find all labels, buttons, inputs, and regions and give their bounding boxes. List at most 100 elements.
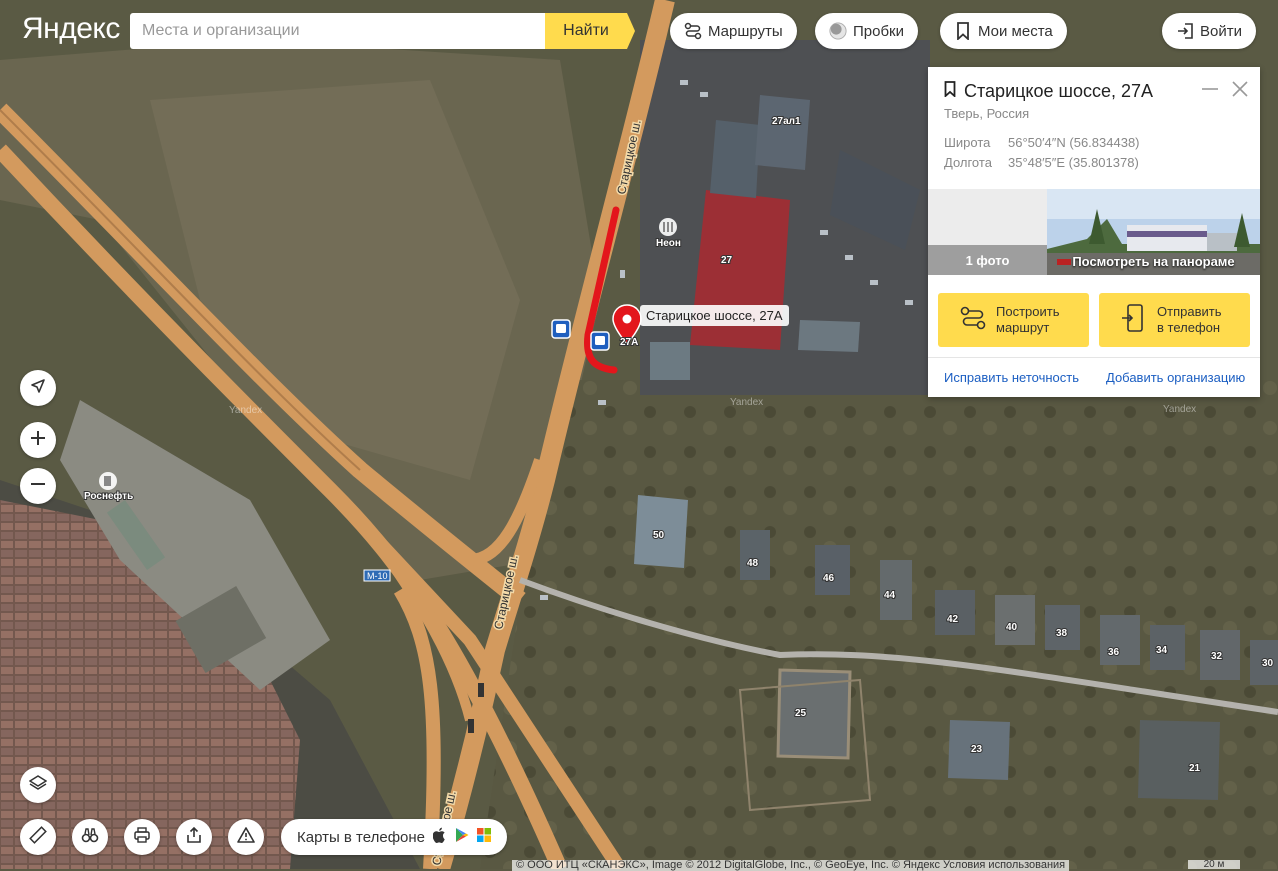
send-to-phone-label: Отправить в телефон [1157, 304, 1221, 336]
bus-stop-icon[interactable] [590, 331, 610, 351]
login-icon [1176, 22, 1194, 40]
google-play-icon [455, 827, 469, 847]
build-route-label: Построить маршрут [996, 304, 1059, 336]
house-number-label: 42 [947, 614, 959, 625]
report-error-button[interactable] [228, 819, 264, 855]
place-card: Старицкое шоссе, 27А Тверь, Россия Широт… [928, 67, 1260, 397]
mobile-apps-label: Карты в телефоне [297, 828, 425, 846]
build-route-button[interactable]: Построить маршрут [938, 293, 1089, 347]
latitude-row: Широта 56°50′4″N (56.834438) [944, 135, 1140, 150]
poi-label-neon[interactable]: Неон [655, 237, 682, 250]
login-label: Войти [1200, 22, 1242, 40]
house-number-label: 27 [721, 255, 733, 266]
ruler-icon [29, 825, 47, 849]
geolocation-button[interactable] [20, 370, 56, 406]
house-number-label: 34 [1156, 645, 1168, 656]
ruler-button[interactable] [20, 819, 56, 855]
location-arrow-icon [30, 378, 46, 399]
house-number-label: 30 [1262, 658, 1274, 669]
house-number-label: 50 [653, 530, 665, 541]
windows-icon [477, 828, 491, 846]
apple-icon [432, 827, 447, 847]
build-route-line2: маршрут [996, 320, 1050, 335]
minimize-button[interactable] [1200, 79, 1220, 99]
card-divider [928, 357, 1260, 358]
traffic-light-icon [468, 719, 474, 733]
yandex-logo[interactable]: Яндекс [22, 12, 120, 46]
house-number-27a: 27А [620, 337, 638, 348]
latitude-value: 56°50′4″N (56.834438) [1008, 135, 1140, 150]
house-number-label: 46 [823, 573, 835, 584]
house-number-label: 40 [1006, 622, 1018, 633]
login-button[interactable]: Войти [1162, 13, 1256, 49]
photo-count-button[interactable]: 1 фото [928, 245, 1047, 275]
house-number-label: 23 [971, 744, 983, 755]
house-number-label: 27ал1 [772, 116, 801, 127]
send-to-phone-button[interactable]: Отправить в телефон [1099, 293, 1250, 347]
panorama-button[interactable] [72, 819, 108, 855]
traffic-icon [829, 22, 847, 40]
route-icon [684, 22, 702, 40]
panorama-preview[interactable]: Посмотреть на панораме [1047, 189, 1260, 275]
zoom-in-button[interactable] [20, 422, 56, 458]
my-places-label: Мои места [978, 22, 1053, 40]
card-title: Старицкое шоссе, 27А [944, 81, 1153, 102]
gas-station-poi-icon[interactable] [99, 472, 117, 490]
minus-icon [30, 476, 46, 497]
map-watermark: Yandex [1163, 404, 1196, 415]
send-line2: в телефон [1157, 320, 1221, 335]
pin-address-label[interactable]: Старицкое шоссе, 27А [640, 305, 789, 326]
warning-icon [237, 826, 255, 849]
layers-button[interactable] [20, 767, 56, 803]
scale-bar: 20 м [1188, 860, 1240, 869]
share-icon [185, 826, 203, 849]
house-number-label: 44 [884, 590, 896, 601]
phone-icon [1121, 304, 1147, 336]
zoom-out-button[interactable] [20, 468, 56, 504]
house-number-label: 32 [1211, 651, 1223, 662]
map-watermark: Yandex [229, 405, 262, 416]
panorama-label: Посмотреть на панораме [1072, 254, 1235, 269]
plus-icon [30, 430, 46, 451]
print-button[interactable] [124, 819, 160, 855]
longitude-row: Долгота 35°48′5″E (35.801378) [944, 155, 1139, 170]
house-number-label: 21 [1189, 763, 1201, 774]
longitude-label: Долгота [944, 155, 992, 170]
mobile-apps-button[interactable]: Карты в телефоне [281, 819, 507, 855]
binoculars-icon [81, 826, 99, 849]
my-places-button[interactable]: Мои места [940, 13, 1067, 49]
house-number-label: 36 [1108, 647, 1120, 658]
bookmark-icon[interactable] [944, 81, 956, 102]
traffic-label: Пробки [853, 22, 904, 40]
bookmark-icon [954, 22, 972, 40]
bus-stop-icon[interactable] [551, 319, 571, 339]
traffic-light-icon [478, 683, 484, 697]
routes-label: Маршруты [708, 22, 783, 40]
add-organization-link[interactable]: Добавить организацию [1106, 370, 1245, 385]
traffic-button[interactable]: Пробки [815, 13, 918, 49]
highway-label: М-10 [367, 571, 388, 581]
poi-label-rosneft[interactable]: Роснефть [83, 489, 134, 503]
latitude-label: Широта [944, 135, 991, 150]
layers-icon [28, 774, 48, 797]
card-subtitle: Тверь, Россия [944, 106, 1030, 121]
close-icon [1230, 81, 1250, 103]
card-title-text: Старицкое шоссе, 27А [964, 81, 1154, 101]
restaurant-poi-icon[interactable] [659, 218, 677, 236]
routes-button[interactable]: Маршруты [670, 13, 797, 49]
send-line1: Отправить [1157, 304, 1222, 319]
house-number-label: 48 [747, 558, 759, 569]
house-number-label: 25 [795, 708, 807, 719]
house-number-label: 38 [1056, 628, 1068, 639]
map-watermark: Yandex [730, 397, 763, 408]
share-button[interactable] [176, 819, 212, 855]
copyright-text[interactable]: © ООО ИТЦ «СКАНЭКС», Image © 2012 Digita… [512, 860, 1070, 871]
search-input[interactable] [130, 13, 545, 49]
route-icon [960, 306, 986, 334]
search-button[interactable]: Найти [545, 13, 635, 49]
close-button[interactable] [1230, 79, 1250, 99]
build-route-line1: Построить [996, 304, 1060, 319]
fix-inaccuracy-link[interactable]: Исправить неточность [944, 370, 1079, 385]
minimize-icon [1200, 86, 1220, 103]
printer-icon [133, 826, 151, 849]
